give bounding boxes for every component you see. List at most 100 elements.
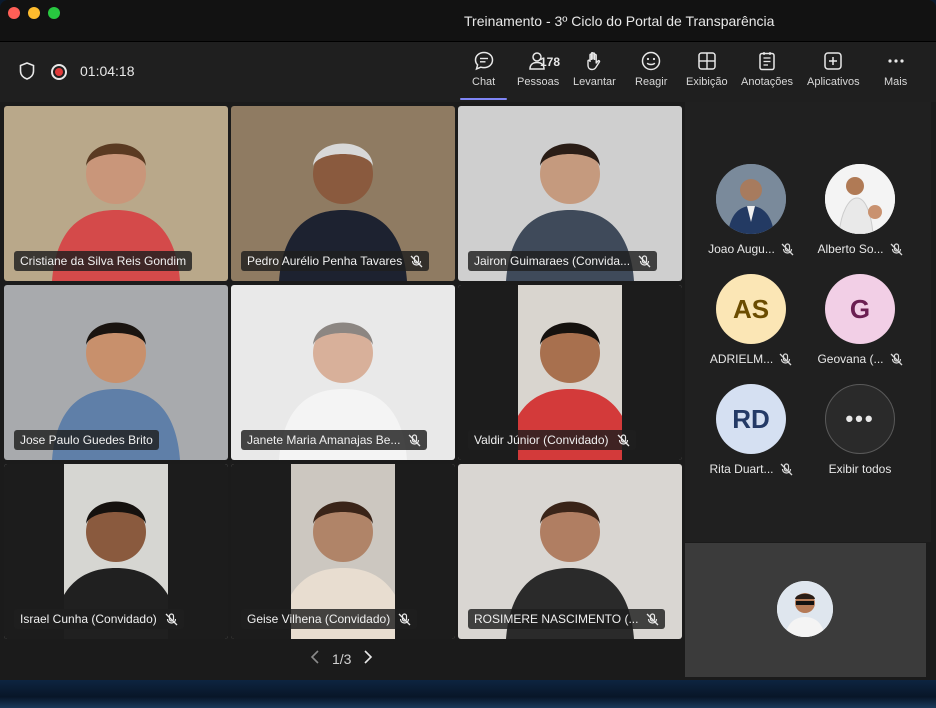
- participant-name: Cristiane da Silva Reis Gondim: [20, 254, 187, 268]
- mic-off-icon: [617, 433, 629, 446]
- video-tile[interactable]: Valdir Júnior (Convidado): [458, 285, 682, 460]
- participant-name-tag: ROSIMERE NASCIMENTO (...: [468, 609, 666, 629]
- shield-icon[interactable]: [19, 62, 35, 80]
- participant-name-tag: Israel Cunha (Convidado): [14, 609, 184, 629]
- video-tile[interactable]: Janete Maria Amanajas Be...: [231, 285, 455, 460]
- self-view[interactable]: [685, 543, 926, 677]
- mic-off-icon: [890, 352, 902, 365]
- window-title: Treinamento - 3º Ciclo do Portal de Tran…: [464, 13, 775, 29]
- video-tile[interactable]: Cristiane da Silva Reis Gondim: [4, 106, 228, 281]
- participant-name-tag: Jose Paulo Guedes Brito: [14, 430, 159, 450]
- avatar: [716, 164, 786, 234]
- teams-window: Treinamento - 3º Ciclo do Portal de Tran…: [0, 0, 936, 680]
- video-tile[interactable]: Jose Paulo Guedes Brito: [4, 285, 228, 460]
- mic-off-icon: [398, 612, 411, 625]
- raise-hand-button[interactable]: Levantar: [573, 50, 616, 88]
- show-all-label: Exibir todos: [828, 462, 892, 476]
- people-count-badge: 178: [540, 55, 561, 69]
- video-tile[interactable]: Geise Vilhena (Convidado): [231, 464, 455, 639]
- participant-name: Rita Duart...: [709, 462, 774, 476]
- title-bar: Treinamento - 3º Ciclo do Portal de Tran…: [0, 0, 936, 42]
- avatar: G: [825, 274, 895, 344]
- participant-card[interactable]: Joao Augu...: [701, 164, 801, 256]
- avatar: [777, 581, 833, 637]
- recording-icon: [51, 64, 67, 80]
- meeting-timer: 01:04:18: [80, 63, 135, 79]
- participant-name: Valdir Júnior (Convidado): [474, 433, 609, 447]
- desktop-background: [0, 680, 936, 708]
- next-page-icon[interactable]: [363, 650, 373, 667]
- notes-label: Anotações: [741, 76, 793, 88]
- more-icon: •••: [825, 384, 895, 454]
- previous-page-icon[interactable]: [310, 650, 320, 667]
- avatar: [825, 164, 895, 234]
- meeting-stage: Cristiane da Silva Reis Gondim Pedro Auré…: [0, 102, 936, 680]
- participant-name: Geise Vilhena (Convidado): [247, 612, 391, 626]
- more-label: Mais: [884, 76, 908, 88]
- participant-name-tag: Pedro Aurélio Penha Tavares: [241, 251, 430, 271]
- chat-icon: [474, 51, 493, 71]
- mic-off-icon: [647, 612, 659, 625]
- participant-name: Joao Augu...: [708, 242, 775, 256]
- more-icon: [888, 59, 904, 63]
- view-icon: [698, 52, 716, 70]
- page-indicator: 1/3: [332, 650, 352, 667]
- participant-name-tag: Geise Vilhena (Convidado): [241, 609, 418, 629]
- participant-name-tag: Cristiane da Silva Reis Gondim: [14, 251, 193, 271]
- grid-pager: 1/3: [310, 650, 373, 667]
- mic-off-icon: [410, 254, 423, 267]
- video-tile[interactable]: Pedro Aurélio Penha Tavares: [231, 106, 455, 281]
- apps-button[interactable]: Aplicativos: [807, 50, 860, 88]
- video-tile[interactable]: Israel Cunha (Convidado): [4, 464, 228, 639]
- people-label: Pessoas: [517, 76, 560, 88]
- notes-button[interactable]: Anotações: [741, 50, 793, 88]
- raise-hand-icon: [587, 52, 601, 71]
- mic-off-icon: [780, 462, 792, 475]
- avatar: AS: [716, 274, 786, 344]
- view-label: Exibição: [686, 76, 728, 88]
- participant-name-tag: Valdir Júnior (Convidado): [468, 430, 636, 450]
- participants-panel: Joao Augu... Alberto So... AS ADRIELM...: [685, 102, 931, 542]
- participant-card[interactable]: RD Rita Duart...: [701, 384, 801, 476]
- minimize-window-button[interactable]: [28, 7, 40, 19]
- apps-icon: [824, 52, 843, 70]
- participant-name: Geovana (...: [817, 352, 884, 366]
- chat-button[interactable]: Chat: [459, 50, 508, 100]
- participant-name: Jairon Guimaraes (Convida...: [474, 254, 631, 268]
- participant-name: Pedro Aurélio Penha Tavares: [247, 254, 403, 268]
- close-window-button[interactable]: [8, 7, 20, 19]
- participant-card[interactable]: AS ADRIELM...: [701, 274, 801, 366]
- apps-label: Aplicativos: [807, 76, 860, 88]
- raise-hand-label: Levantar: [573, 76, 616, 88]
- mic-off-icon: [408, 433, 421, 446]
- participant-name: Janete Maria Amanajas Be...: [247, 433, 401, 447]
- view-button[interactable]: Exibição: [686, 50, 728, 88]
- show-all-button[interactable]: ••• Exibir todos: [810, 384, 910, 476]
- mic-off-icon: [890, 242, 902, 255]
- more-button[interactable]: Mais: [884, 50, 907, 88]
- participant-name-tag: Jairon Guimaraes (Convida...: [468, 251, 658, 271]
- participant-name: Israel Cunha (Convidado): [20, 612, 157, 626]
- participant-name: Alberto So...: [817, 242, 884, 256]
- window-controls: [8, 7, 60, 19]
- meeting-toolbar: 01:04:18 Chat Pessoas 178 Levantar Reagi…: [0, 42, 936, 102]
- participant-card[interactable]: G Geovana (...: [810, 274, 910, 366]
- avatar: RD: [716, 384, 786, 454]
- video-tile[interactable]: ROSIMERE NASCIMENTO (...: [458, 464, 682, 639]
- chat-label: Chat: [472, 76, 496, 88]
- video-tile[interactable]: Jairon Guimaraes (Convida...: [458, 106, 682, 281]
- participant-name-tag: Janete Maria Amanajas Be...: [241, 430, 428, 450]
- mic-off-icon: [165, 612, 178, 625]
- mic-off-icon: [781, 242, 794, 255]
- participant-card[interactable]: Alberto So...: [810, 164, 910, 256]
- react-icon: [641, 51, 661, 71]
- notes-icon: [759, 52, 775, 71]
- zoom-window-button[interactable]: [48, 7, 60, 19]
- participant-name: ROSIMERE NASCIMENTO (...: [474, 612, 639, 626]
- participant-name: Jose Paulo Guedes Brito: [20, 433, 153, 447]
- react-label: Reagir: [635, 76, 668, 88]
- mic-off-icon: [638, 254, 651, 267]
- mic-off-icon: [779, 352, 792, 365]
- react-button[interactable]: Reagir: [635, 50, 667, 88]
- participant-name: ADRIELM...: [709, 352, 774, 366]
